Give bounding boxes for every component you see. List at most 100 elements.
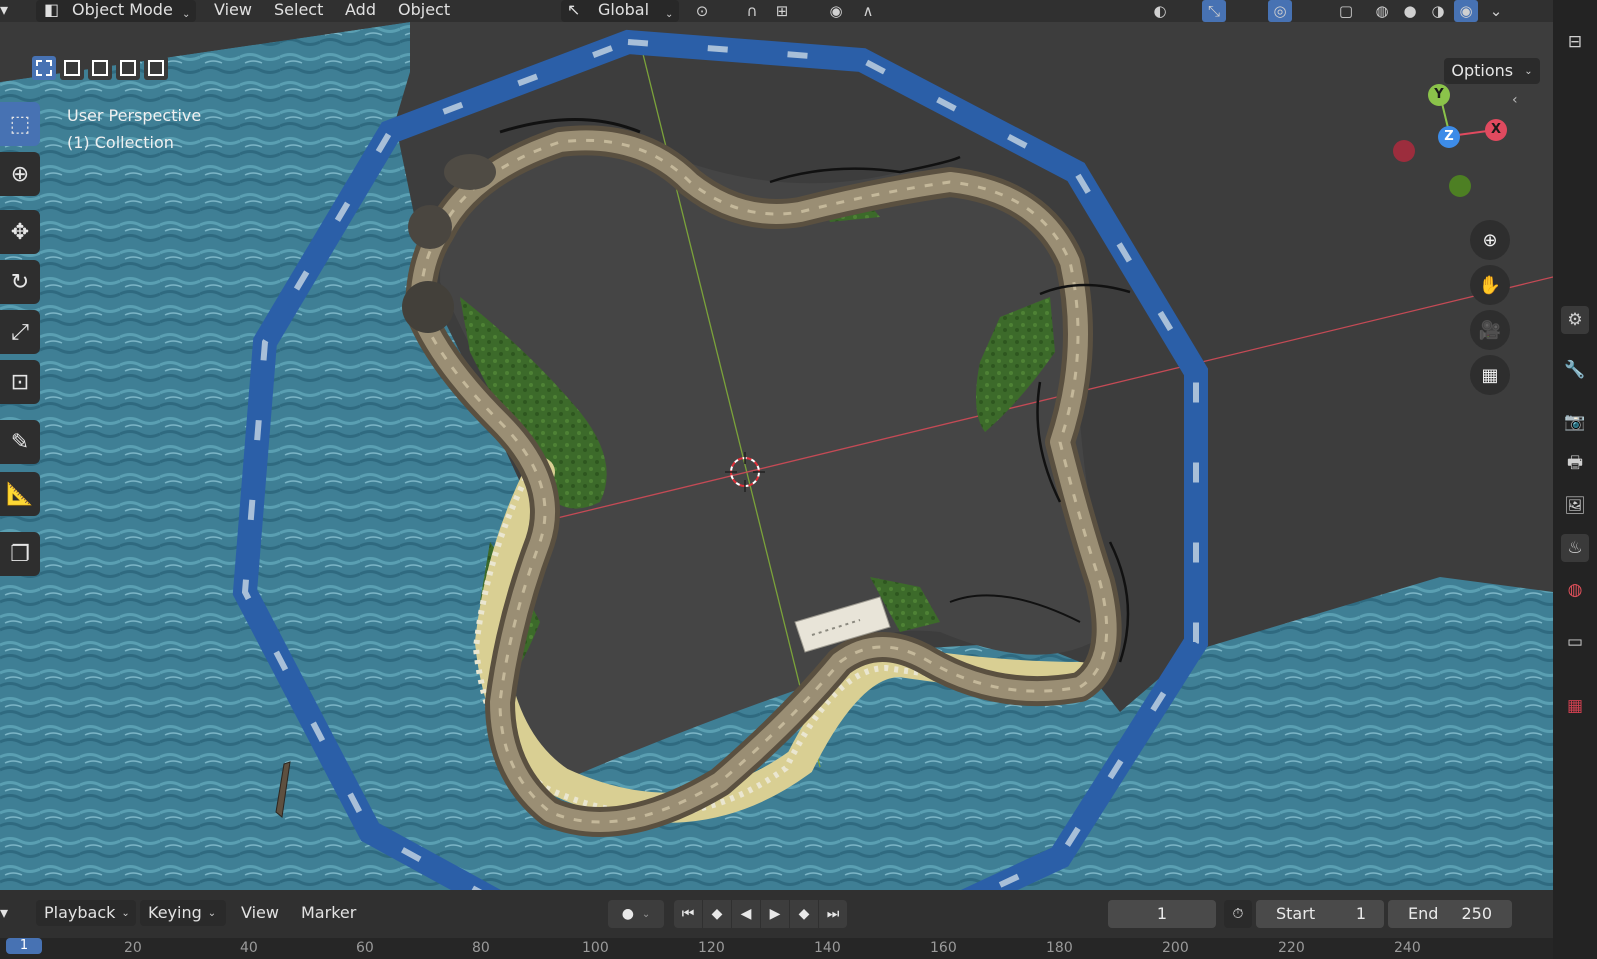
- menu-view-timeline[interactable]: View: [241, 900, 279, 926]
- snap-increment-icon[interactable]: ⊞: [770, 0, 794, 22]
- chevron-down-icon: ⌄: [665, 9, 674, 20]
- overlay-icon[interactable]: ◎: [1268, 0, 1292, 22]
- stopwatch-icon[interactable]: ⏱: [1224, 900, 1252, 928]
- pan-hand-icon[interactable]: ✋: [1470, 265, 1510, 305]
- gizmo-z-axis[interactable]: Z: [1438, 126, 1460, 148]
- snap-icon[interactable]: ∩: [740, 0, 764, 22]
- next-keyframe-icon[interactable]: ◆: [790, 900, 818, 928]
- view-layer-icon[interactable]: 🖼: [1561, 492, 1589, 520]
- keying-label: Keying: [148, 903, 202, 922]
- object-mode-icon: ◧: [44, 0, 60, 19]
- wireframe-shading-icon[interactable]: ◍: [1370, 0, 1394, 22]
- play-reverse-icon[interactable]: ◀: [732, 900, 760, 928]
- gizmo-neg-x[interactable]: [1393, 140, 1415, 162]
- measure-icon[interactable]: 📐: [0, 472, 40, 516]
- camera-view-icon[interactable]: 🎥: [1470, 310, 1510, 350]
- editor-type-icon: ▾: [0, 0, 9, 19]
- texture-icon[interactable]: ▦: [1561, 692, 1589, 720]
- start-frame-field[interactable]: Start 1: [1256, 900, 1384, 928]
- end-frame-field[interactable]: End 250: [1388, 900, 1512, 928]
- ruler-tick: 40: [240, 940, 258, 956]
- play-icon[interactable]: ▶: [761, 900, 789, 928]
- falloff-icon[interactable]: ∧: [856, 0, 880, 22]
- gizmo-x-axis[interactable]: X: [1485, 119, 1507, 141]
- timeline-ruler[interactable]: 1 20 40 60 80 100 120 140 160 180 200 22…: [0, 938, 1553, 959]
- perspective-toggle-icon[interactable]: ▦: [1470, 355, 1510, 395]
- chevron-down-icon: ⌄: [182, 9, 191, 20]
- prev-keyframe-icon[interactable]: ◆: [703, 900, 731, 928]
- ruler-tick: 60: [356, 940, 374, 956]
- menu-playback[interactable]: Playback ⌄: [36, 900, 136, 926]
- sidebar-toggle-icon[interactable]: ‹: [1512, 92, 1518, 108]
- select-subtract-icon[interactable]: [88, 56, 112, 80]
- rendered-shading-icon[interactable]: ◉: [1454, 0, 1478, 22]
- timeline: ▾ Playback ⌄ Keying ⌄ View Marker ● ⌄ ⏮ ◆ ◀…: [0, 890, 1553, 959]
- 3d-viewport[interactable]: Options ⌄ ⬚ ⊕ ✥ ↻ ⤢ ⊡ ✎ 📐 ❐ User Perspec…: [0, 22, 1553, 890]
- ruler-tick: 200: [1162, 940, 1189, 956]
- menu-keying[interactable]: Keying ⌄: [140, 900, 226, 926]
- solid-shading-icon[interactable]: ●: [1398, 0, 1422, 22]
- select-extend-icon[interactable]: [60, 56, 84, 80]
- transform-orientation-dropdown[interactable]: ↖ Global ⌄: [561, 0, 679, 22]
- select-box-icon[interactable]: ⬚: [0, 102, 40, 146]
- ruler-tick: 160: [930, 940, 957, 956]
- render-icon[interactable]: 📷: [1561, 408, 1589, 436]
- orientation-label: Global: [598, 0, 650, 19]
- world-icon[interactable]: ◍: [1561, 576, 1589, 604]
- add-cube-icon[interactable]: ❐: [0, 532, 40, 576]
- tool-icon[interactable]: 🔧: [1561, 356, 1589, 384]
- visibility-icon[interactable]: ◐: [1148, 0, 1172, 22]
- select-new-icon[interactable]: [32, 56, 56, 80]
- pivot-icon[interactable]: ⊙: [690, 0, 714, 22]
- current-frame-indicator[interactable]: 1: [6, 938, 42, 954]
- output-icon[interactable]: 🖶: [1561, 450, 1589, 478]
- zoom-icon[interactable]: ⊕: [1470, 220, 1510, 260]
- editor-type-button[interactable]: ▾: [0, 0, 26, 22]
- transform-icon[interactable]: ⊡: [0, 360, 40, 404]
- ruler-tick: 20: [124, 940, 142, 956]
- move-icon[interactable]: ✥: [0, 210, 40, 254]
- select-invert-icon[interactable]: [116, 56, 140, 80]
- jump-end-icon[interactable]: ⏭: [819, 900, 847, 928]
- menu-view[interactable]: View: [214, 0, 252, 22]
- start-value: 1: [1355, 904, 1366, 923]
- timeline-editor-type[interactable]: ▾: [0, 900, 26, 926]
- outliner-icon[interactable]: ⊟: [1561, 28, 1589, 56]
- mode-dropdown[interactable]: ◧ Object Mode ⌄: [36, 0, 196, 22]
- ruler-tick: 180: [1046, 940, 1073, 956]
- collection-label: (1) Collection: [67, 133, 174, 152]
- menu-add[interactable]: Add: [345, 0, 376, 22]
- cursor-icon[interactable]: ⊕: [0, 152, 40, 196]
- orientation-icon: ↖: [567, 0, 581, 19]
- playback-label: Playback: [44, 903, 116, 922]
- record-button[interactable]: ● ⌄: [608, 900, 664, 928]
- menu-marker[interactable]: Marker: [301, 900, 356, 926]
- start-label: Start: [1276, 904, 1316, 923]
- ruler-tick: 120: [698, 940, 725, 956]
- rotate-icon[interactable]: ↻: [0, 260, 40, 304]
- menu-select[interactable]: Select: [274, 0, 323, 22]
- menu-object[interactable]: Object: [398, 0, 450, 22]
- gizmo-neg-y[interactable]: [1449, 175, 1471, 197]
- navigation-gizmo[interactable]: Y X Z: [1390, 80, 1530, 210]
- scene-icon[interactable]: ♨: [1561, 534, 1589, 562]
- gizmo-icon[interactable]: ⤡: [1202, 0, 1226, 22]
- chevron-down-icon[interactable]: ⌄: [1484, 0, 1508, 22]
- select-intersect-icon[interactable]: [144, 56, 168, 80]
- options-label: Options: [1451, 61, 1514, 80]
- tool-settings-icon[interactable]: ⚙: [1561, 306, 1589, 334]
- collection-icon[interactable]: ▭: [1561, 628, 1589, 656]
- current-frame-field[interactable]: 1: [1108, 900, 1216, 928]
- material-shading-icon[interactable]: ◑: [1426, 0, 1450, 22]
- scene-render: [0, 22, 1553, 890]
- scale-icon[interactable]: ⤢: [0, 310, 40, 354]
- end-label: End: [1408, 904, 1439, 923]
- annotate-icon[interactable]: ✎: [0, 420, 40, 464]
- ruler-tick: 80: [472, 940, 490, 956]
- xray-icon[interactable]: ▢: [1334, 0, 1358, 22]
- proportional-edit-icon[interactable]: ◉: [824, 0, 848, 22]
- chevron-down-icon: ⌄: [1524, 66, 1533, 77]
- jump-start-icon[interactable]: ⏮: [674, 900, 702, 928]
- chevron-down-icon: ⌄: [121, 908, 130, 919]
- gizmo-y-axis[interactable]: Y: [1428, 84, 1450, 106]
